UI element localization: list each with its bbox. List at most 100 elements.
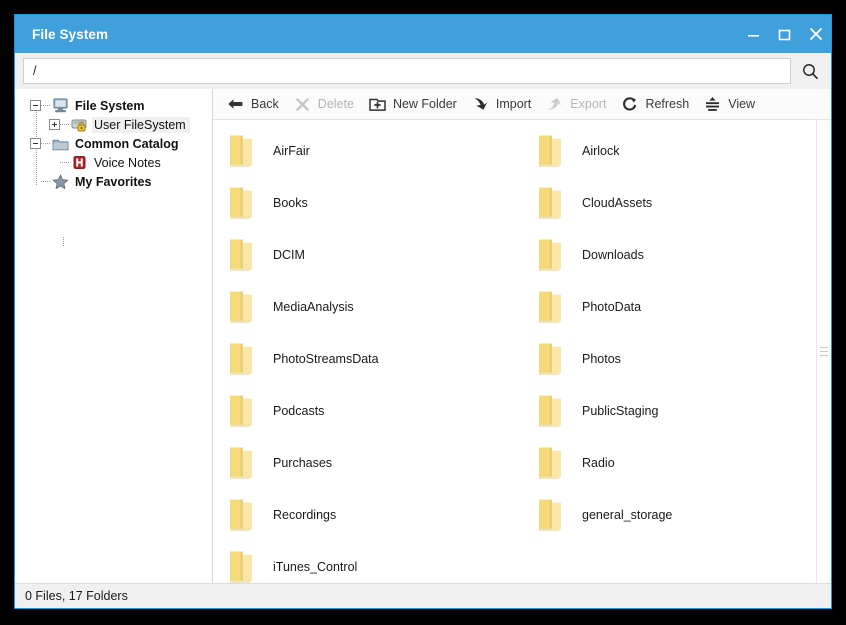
file-list-item[interactable]: iTunes_Control [213,541,522,583]
status-text: 0 Files, 17 Folders [25,589,128,603]
sidebar-item-label: File System [75,98,145,113]
file-name: Photos [582,352,621,366]
file-name: Airlock [582,144,620,158]
folder-icon [536,446,564,480]
sidebar-item-label: Common Catalog [75,136,179,151]
file-toolbar: Back Delete New Folder Import Export Ref… [213,89,831,120]
file-list-item[interactable]: CloudAssets [522,177,831,229]
toolbar-button-label: Refresh [645,97,690,111]
folder-icon [536,498,564,532]
expander-minus-icon[interactable] [30,100,41,111]
sidebar-item-label: User FileSystem [92,116,190,133]
file-list-item[interactable]: Airlock [522,125,831,177]
file-name: iTunes_Control [273,560,358,574]
star-icon [51,174,69,190]
folder-icon [227,342,255,376]
file-list-item[interactable]: Podcasts [213,385,522,437]
sidebar-item-my-favorites[interactable]: My Favorites [15,172,212,191]
back-button[interactable]: Back [221,91,288,117]
file-list-item[interactable]: PhotoData [522,281,831,333]
file-name: Radio [582,456,615,470]
file-grid: AirFair Airlock Books CloudAssets DCIM D… [213,120,831,583]
file-name: PublicStaging [582,404,659,418]
file-name: Podcasts [273,404,325,418]
folder-icon [536,394,564,428]
toolbar-button-label: Delete [317,97,354,111]
toolbar-button-label: Import [495,97,532,111]
minimize-button[interactable] [738,15,769,53]
back-arrow-icon [226,95,245,113]
file-list-item[interactable]: Radio [522,437,831,489]
file-list-area: AirFair Airlock Books CloudAssets DCIM D… [213,120,831,583]
file-list-item[interactable]: PhotoStreamsData [213,333,522,385]
window-title: File System [32,26,109,42]
sidebar-item-label: My Favorites [75,174,152,189]
file-name: Downloads [582,248,644,262]
file-system-window: File System / File System User FileSyste… [14,14,832,609]
file-name: Recordings [273,508,337,522]
import-arrow-icon [471,95,490,113]
sidebar-item-file-system[interactable]: File System [15,96,212,115]
file-list-item[interactable]: MediaAnalysis [213,281,522,333]
folder-icon [227,446,255,480]
file-list-item[interactable]: AirFair [213,125,522,177]
export-button[interactable]: Export [540,91,615,117]
locked-drive-icon [70,117,88,133]
tree-connector [41,105,51,106]
search-icon[interactable] [795,56,825,86]
toolbar-button-label: Back [251,97,279,111]
sidebar-item-user-filesystem[interactable]: User FileSystem [15,115,212,134]
expander-minus-icon[interactable] [30,138,41,149]
file-name: PhotoStreamsData [273,352,379,366]
tree-line [63,237,64,246]
computer-icon [51,98,69,114]
file-list-item[interactable]: Purchases [213,437,522,489]
path-input[interactable]: / [23,58,791,84]
toolbar-button-label: New Folder [392,97,457,111]
import-button[interactable]: Import [466,91,540,117]
export-arrow-icon [545,95,564,113]
refresh-icon [620,95,639,113]
voice-notes-icon [70,155,88,171]
folder-icon [536,134,564,168]
window-controls [738,15,831,53]
folder-icon [536,342,564,376]
tree-connector [41,181,51,182]
new-folder-button[interactable]: New Folder [363,91,466,117]
splitter-grip-icon [820,347,828,356]
file-name: PhotoData [582,300,642,314]
file-list-item[interactable]: DCIM [213,229,522,281]
file-list-item[interactable]: Recordings [213,489,522,541]
folder-icon [227,550,255,583]
maximize-button[interactable] [769,15,800,53]
file-name: CloudAssets [582,196,653,210]
file-list-item[interactable]: Downloads [522,229,831,281]
expander-plus-icon[interactable] [49,119,60,130]
folder-icon [227,394,255,428]
close-button[interactable] [800,15,831,53]
file-name: DCIM [273,248,305,262]
folder-icon [536,186,564,220]
pane-splitter[interactable] [816,120,831,583]
tree-connector [60,124,70,125]
toolbar-button-label: View [728,97,756,111]
delete-button[interactable]: Delete [288,91,363,117]
folder-icon [51,136,69,152]
file-list-item[interactable]: Books [213,177,522,229]
sidebar-item-common-catalog[interactable]: Common Catalog [15,134,212,153]
title-bar: File System [15,15,831,53]
tree-connector [41,143,51,144]
file-list-item[interactable]: Photos [522,333,831,385]
file-name: Books [273,196,308,210]
file-list-item[interactable]: PublicStaging [522,385,831,437]
new-folder-icon [368,95,387,113]
folder-icon [536,238,564,272]
refresh-button[interactable]: Refresh [615,91,698,117]
sidebar-item-label: Voice Notes [94,155,161,170]
file-name: AirFair [273,144,310,158]
view-button[interactable]: View [698,91,764,117]
sidebar-item-voice-notes[interactable]: Voice Notes [15,153,212,172]
file-list-item[interactable]: general_storage [522,489,831,541]
folder-icon [227,186,255,220]
folder-icon [227,238,255,272]
